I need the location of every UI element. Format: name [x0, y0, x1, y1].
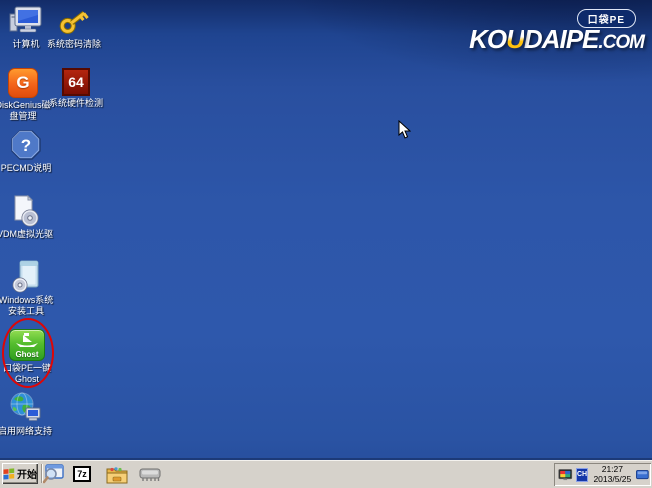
icon-label: 口袋PE一键 Ghost: [3, 363, 51, 385]
ghost-icon-word: Ghost: [10, 350, 44, 359]
icon-label: VDM虚拟光驱: [0, 229, 53, 240]
quicklaunch-screen-viewer[interactable]: [41, 463, 65, 485]
input-method-label: CH: [577, 471, 587, 478]
diskgenius-letter: G: [16, 73, 29, 93]
desktop-icon-vdm[interactable]: VDM虚拟光驱: [0, 195, 57, 240]
quicklaunch-ram-chip[interactable]: [138, 463, 162, 485]
desktop-icon-onekey-ghost[interactable]: Ghost 口袋PE一键 Ghost: [0, 329, 59, 385]
computer-icon: [9, 5, 43, 37]
icon-label: 启用网络支持: [0, 426, 52, 437]
7zip-icon: 7z: [73, 466, 91, 482]
show-desktop-icon[interactable]: [636, 469, 649, 481]
tray-clock[interactable]: 21:27 2013/5/25: [591, 465, 633, 484]
start-button[interactable]: 开始: [2, 463, 38, 484]
taskbar: 开始 7z: [0, 460, 652, 488]
quicklaunch-file-manager[interactable]: [105, 463, 129, 485]
key-icon: [57, 5, 91, 37]
chip-icon: [138, 466, 162, 483]
icon-label: Windows系统 安装工具: [0, 295, 53, 317]
icon-label: 系统密码清除: [47, 39, 101, 50]
aida64-icon: 64: [62, 68, 90, 96]
windows-logo-icon: [3, 468, 15, 480]
quicklaunch-7zip[interactable]: 7z: [70, 463, 94, 485]
screen-magnifier-icon: [42, 464, 64, 484]
desktop: 计算机 系统密码清除 G DiskGenius磁 盘管理 64: [0, 0, 652, 488]
desktop-icon-password-clear[interactable]: 系统密码清除: [42, 5, 106, 50]
ghost-icon: Ghost: [9, 329, 45, 361]
software-box-cd-icon: [9, 259, 43, 293]
icon-label: 计算机: [12, 39, 39, 50]
system-tray: CH 21:27 2013/5/25: [554, 463, 651, 486]
desktop-icon-network-support[interactable]: 启用网络支持: [0, 392, 57, 437]
start-label: 开始: [17, 466, 37, 481]
koudaipe-logo: 口袋PE KOUDAIPE.COM: [416, 6, 646, 58]
logo-suffix: .COM: [598, 32, 644, 53]
folder-icon: [106, 465, 128, 484]
document-cd-icon: [9, 195, 41, 227]
desktop-icon-pecmd-readme[interactable]: ? PECMD说明: [0, 129, 58, 174]
display-settings-icon[interactable]: [558, 468, 573, 482]
clock-date: 2013/5/25: [591, 475, 633, 485]
diskgenius-icon: G: [8, 68, 38, 98]
desktop-icon-hardware-detect[interactable]: 64 系统硬件检测: [44, 68, 108, 109]
icon-label: DiskGenius磁 盘管理: [0, 100, 51, 122]
desktop-icon-windows-setup[interactable]: Windows系统 安装工具: [0, 259, 58, 317]
logo-u-accent: U: [506, 24, 524, 54]
logo-text: KOUDAIPE.COM: [469, 24, 644, 55]
7zip-label: 7z: [77, 469, 87, 479]
svg-text:?: ?: [21, 136, 31, 155]
question-octagon-icon: ?: [10, 129, 42, 161]
globe-network-icon: [9, 392, 41, 424]
icon-label: 系统硬件检测: [49, 98, 103, 109]
aida64-number: 64: [68, 74, 84, 90]
input-method-indicator[interactable]: CH: [576, 468, 589, 482]
logo-part1: KO: [469, 24, 506, 54]
mouse-cursor: [398, 120, 411, 144]
icon-label: PECMD说明: [1, 163, 52, 174]
logo-part2: DAIPE: [524, 24, 598, 54]
